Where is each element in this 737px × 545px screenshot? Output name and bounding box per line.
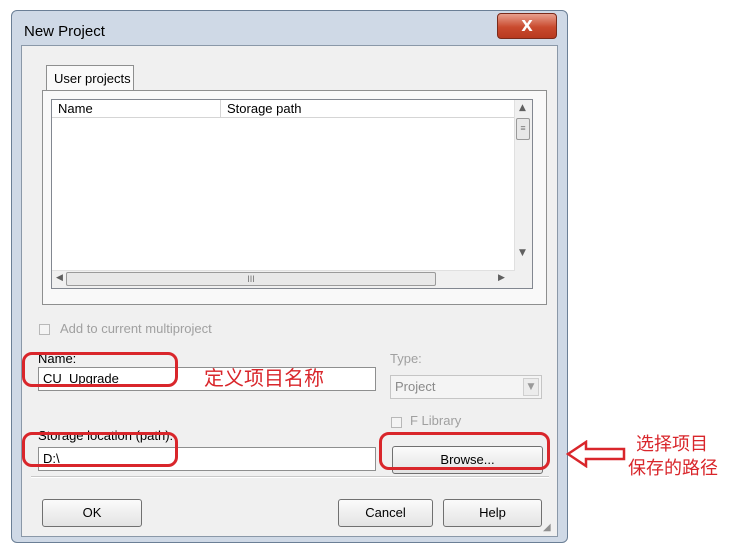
browse-annotation-line2: 保存的路径 xyxy=(628,458,718,479)
storage-field-highlight xyxy=(22,432,178,467)
window-title: New Project xyxy=(24,23,105,40)
scroll-right-arrow-icon[interactable]: ▶ xyxy=(498,273,505,283)
vertical-scrollbar[interactable]: ▲ ≡ ▼ xyxy=(514,100,532,271)
horizontal-scroll-thumb[interactable]: III xyxy=(66,272,436,286)
chevron-down-icon[interactable]: ▼ xyxy=(523,378,539,396)
f-library-label: F Library xyxy=(410,413,462,428)
ok-button[interactable]: OK xyxy=(42,499,142,527)
left-arrow-icon xyxy=(566,440,626,468)
horizontal-scrollbar[interactable]: ◀ III ▶ xyxy=(52,270,515,288)
name-field-highlight xyxy=(22,352,178,387)
divider xyxy=(31,476,549,478)
type-select[interactable]: Project ▼ xyxy=(390,375,542,399)
browse-button-highlight xyxy=(379,432,550,470)
type-select-value: Project xyxy=(395,379,436,394)
scroll-left-arrow-icon[interactable]: ◀ xyxy=(56,273,63,283)
scroll-down-arrow-icon[interactable]: ▼ xyxy=(519,248,526,258)
column-header-name[interactable]: Name xyxy=(52,100,221,118)
title-bar[interactable]: New Project X xyxy=(12,11,567,43)
scroll-corner xyxy=(515,271,532,288)
scroll-up-arrow-icon[interactable]: ▲ xyxy=(519,103,526,113)
type-label: Type: xyxy=(390,351,422,366)
browse-annotation-line1: 选择项目 xyxy=(636,434,708,455)
tab-user-projects[interactable]: User projects xyxy=(46,65,134,91)
user-projects-panel: Name Storage path ▲ ≡ ▼ ◀ III ▶ xyxy=(42,90,547,305)
projects-list[interactable]: Name Storage path ▲ ≡ ▼ ◀ III ▶ xyxy=(51,99,533,289)
add-to-multiproject-checkbox[interactable] xyxy=(39,324,50,335)
add-to-multiproject-label: Add to current multiproject xyxy=(60,321,212,336)
vertical-scroll-thumb[interactable]: ≡ xyxy=(516,118,530,140)
close-button[interactable]: X xyxy=(497,13,557,39)
cancel-button[interactable]: Cancel xyxy=(338,499,433,527)
name-annotation-text: 定义项目名称 xyxy=(204,366,324,390)
resize-grip-icon[interactable]: ◢ xyxy=(543,522,555,534)
f-library-checkbox[interactable] xyxy=(391,417,402,428)
help-button[interactable]: Help xyxy=(443,499,542,527)
column-header-storage-path[interactable]: Storage path xyxy=(221,100,516,118)
